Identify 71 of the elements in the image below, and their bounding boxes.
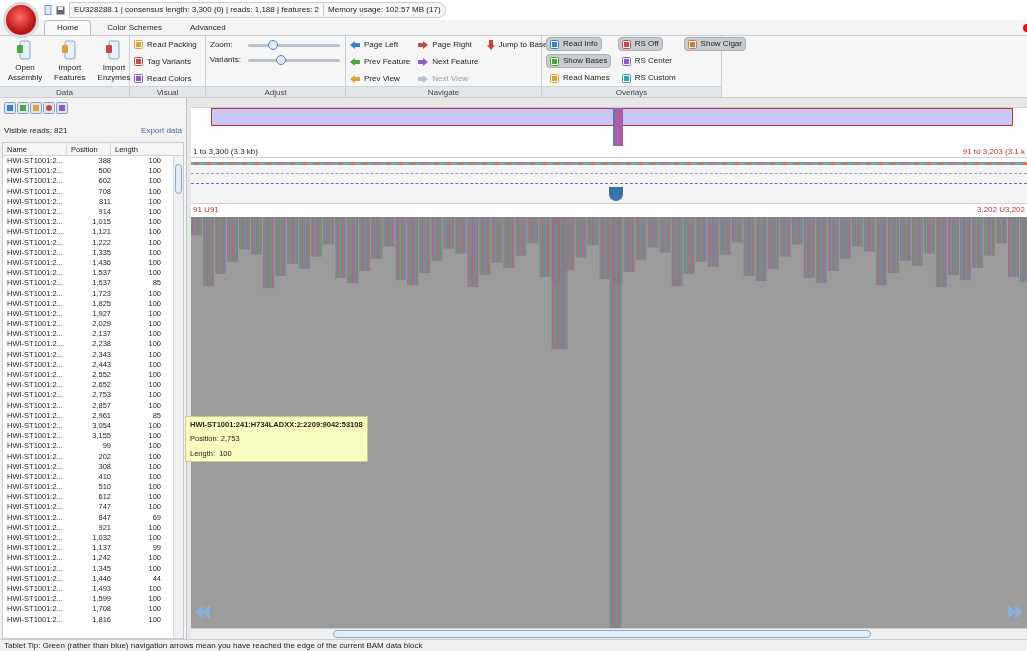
slider-label: Variants:: [210, 54, 242, 66]
document-icon: [105, 40, 123, 60]
ribbon-button[interactable]: Import Enzymes: [97, 40, 131, 83]
range-label: 91 to 3,203 (3.1 k: [962, 146, 1025, 157]
nav-button[interactable]: Prev Feature: [350, 55, 411, 68]
square-icon: [134, 40, 143, 49]
memory-usage: Memory usage: 102.57 MB (17): [323, 4, 441, 16]
slider-thumb[interactable]: [276, 54, 287, 65]
panel-tab-icon[interactable]: [4, 102, 16, 114]
square-icon: [621, 73, 631, 83]
square-icon: [550, 56, 559, 66]
scrollbar[interactable]: [173, 156, 183, 638]
export-data-link[interactable]: Export data: [141, 125, 182, 137]
square-icon: [134, 57, 143, 66]
panel-tab-icon[interactable]: [30, 102, 42, 114]
ribbon-button[interactable]: Import Features: [54, 40, 86, 83]
nav-button[interactable]: Page Left: [350, 38, 411, 51]
visible-reads-count: Visible reads: 821: [4, 125, 68, 137]
panel-tab-icon[interactable]: [17, 102, 29, 114]
slider-thumb[interactable]: [267, 39, 278, 50]
overview-bar[interactable]: [211, 108, 1013, 126]
ribbon-button[interactable]: Open Assembly: [8, 40, 42, 83]
group-label: Overlays: [542, 86, 721, 97]
range-label: 1 to 3,300 (3.3 kb): [193, 146, 258, 157]
group-label: Visual: [130, 86, 205, 97]
document-icon: [16, 40, 34, 60]
ribbon-tab[interactable]: Color Schemes: [95, 20, 175, 35]
panel-tab-icon[interactable]: [43, 102, 55, 114]
toggle-button[interactable]: RS Custom: [617, 71, 680, 85]
toggle-button[interactable]: RS Center: [617, 54, 677, 68]
right-arrow-icon: [418, 40, 429, 49]
horizontal-scrollbar[interactable]: [191, 628, 1027, 639]
toggle-button[interactable]: Read Names: [546, 71, 614, 85]
group-label: Adjust: [206, 86, 345, 97]
toggle-button[interactable]: Show Cigar: [683, 37, 746, 51]
right-arrow-icon: [418, 57, 429, 66]
window-icon: [44, 5, 52, 15]
down-arrow-icon: [486, 39, 495, 50]
square-icon: [550, 39, 559, 49]
toggle-button[interactable]: Show Bases: [546, 54, 612, 68]
position-label: 91 U91: [193, 204, 219, 216]
ribbon-tab[interactable]: Home: [44, 20, 92, 35]
toggle-button[interactable]: RS Off: [617, 37, 663, 51]
slider-label: Zoom:: [210, 39, 234, 51]
nav-button[interactable]: Prev View: [350, 72, 411, 85]
ribbon-button[interactable]: Read Packing: [134, 38, 201, 51]
square-icon: [550, 73, 559, 83]
toggle-button[interactable]: Read Info: [546, 37, 602, 51]
slider-track[interactable]: [248, 58, 340, 62]
ribbon-button[interactable]: Tag Variants: [134, 55, 201, 68]
document-icon: [60, 40, 79, 60]
group-label: Data: [0, 86, 129, 97]
panel-tab-icon[interactable]: [56, 102, 68, 114]
save-icon: [56, 5, 65, 15]
position-label: 3,202 U3,202: [976, 204, 1025, 216]
right-arrow-icon: [418, 74, 429, 83]
group-label: Navigate: [346, 86, 541, 97]
nav-button[interactable]: Page Right: [418, 38, 479, 51]
square-icon: [621, 39, 631, 49]
square-icon: [687, 39, 697, 49]
square-icon: [621, 56, 631, 66]
assembly-info: EU328288.1 | consensus length: 3,300 (0) | reads: 1,188 | features: 2: [74, 4, 320, 16]
slider-track[interactable]: [248, 43, 340, 47]
ribbon-tab[interactable]: Advanced: [178, 20, 238, 35]
coverage-spike: [613, 108, 623, 146]
status-tip: Tablet Tip: Green (rather than blue) navigation arrows mean you have reached the edge of the current BAM data block: [4, 639, 423, 651]
nav-button[interactable]: Jump to Base: [486, 38, 548, 51]
square-icon: [134, 74, 143, 83]
ribbon-button[interactable]: Read Colors: [134, 72, 201, 85]
coverage-peak-icon: [609, 187, 623, 201]
nav-button[interactable]: Next Feature: [418, 55, 479, 68]
